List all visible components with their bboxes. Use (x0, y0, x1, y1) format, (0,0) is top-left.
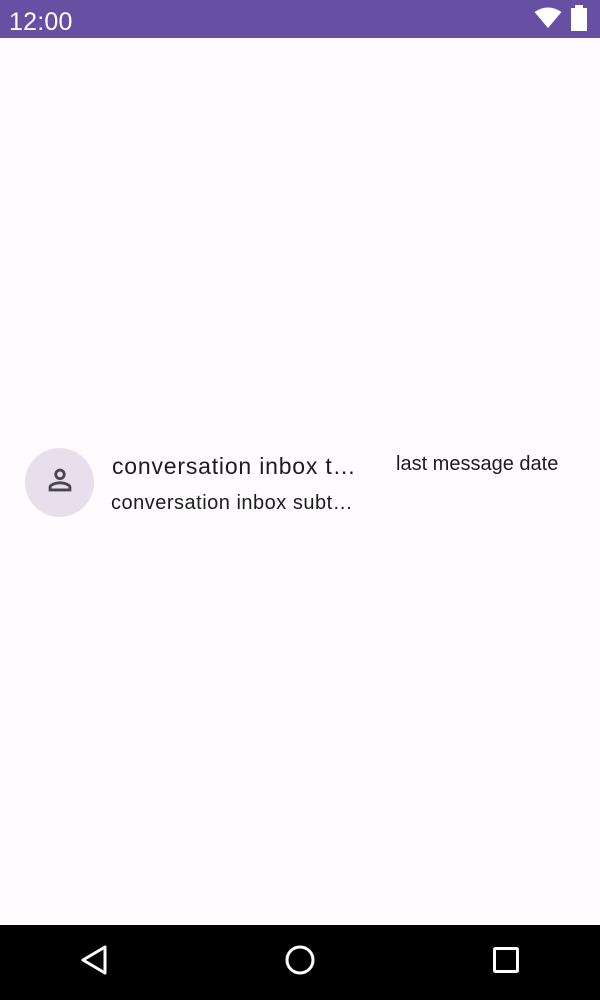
home-icon (284, 944, 316, 981)
avatar (25, 448, 94, 517)
conversation-title: conversation inbox t… (112, 453, 357, 479)
recents-button[interactable] (486, 942, 526, 982)
conversation-item[interactable]: conversation inbox t… conversation inbox… (0, 442, 600, 524)
person-icon (43, 463, 77, 502)
status-bar: 12:00 (0, 0, 600, 38)
battery-icon (570, 4, 588, 36)
last-message-date: last message date (396, 453, 559, 475)
back-button[interactable] (74, 942, 114, 982)
conversation-subtitle: conversation inbox subt… (111, 492, 354, 514)
back-icon (79, 944, 109, 981)
conversation-list: conversation inbox t… conversation inbox… (0, 38, 600, 925)
status-icons (534, 4, 588, 36)
recents-icon (492, 946, 520, 979)
navigation-bar (0, 925, 600, 1000)
home-button[interactable] (280, 942, 320, 982)
status-time: 12:00 (9, 8, 73, 36)
wifi-icon (534, 7, 562, 34)
